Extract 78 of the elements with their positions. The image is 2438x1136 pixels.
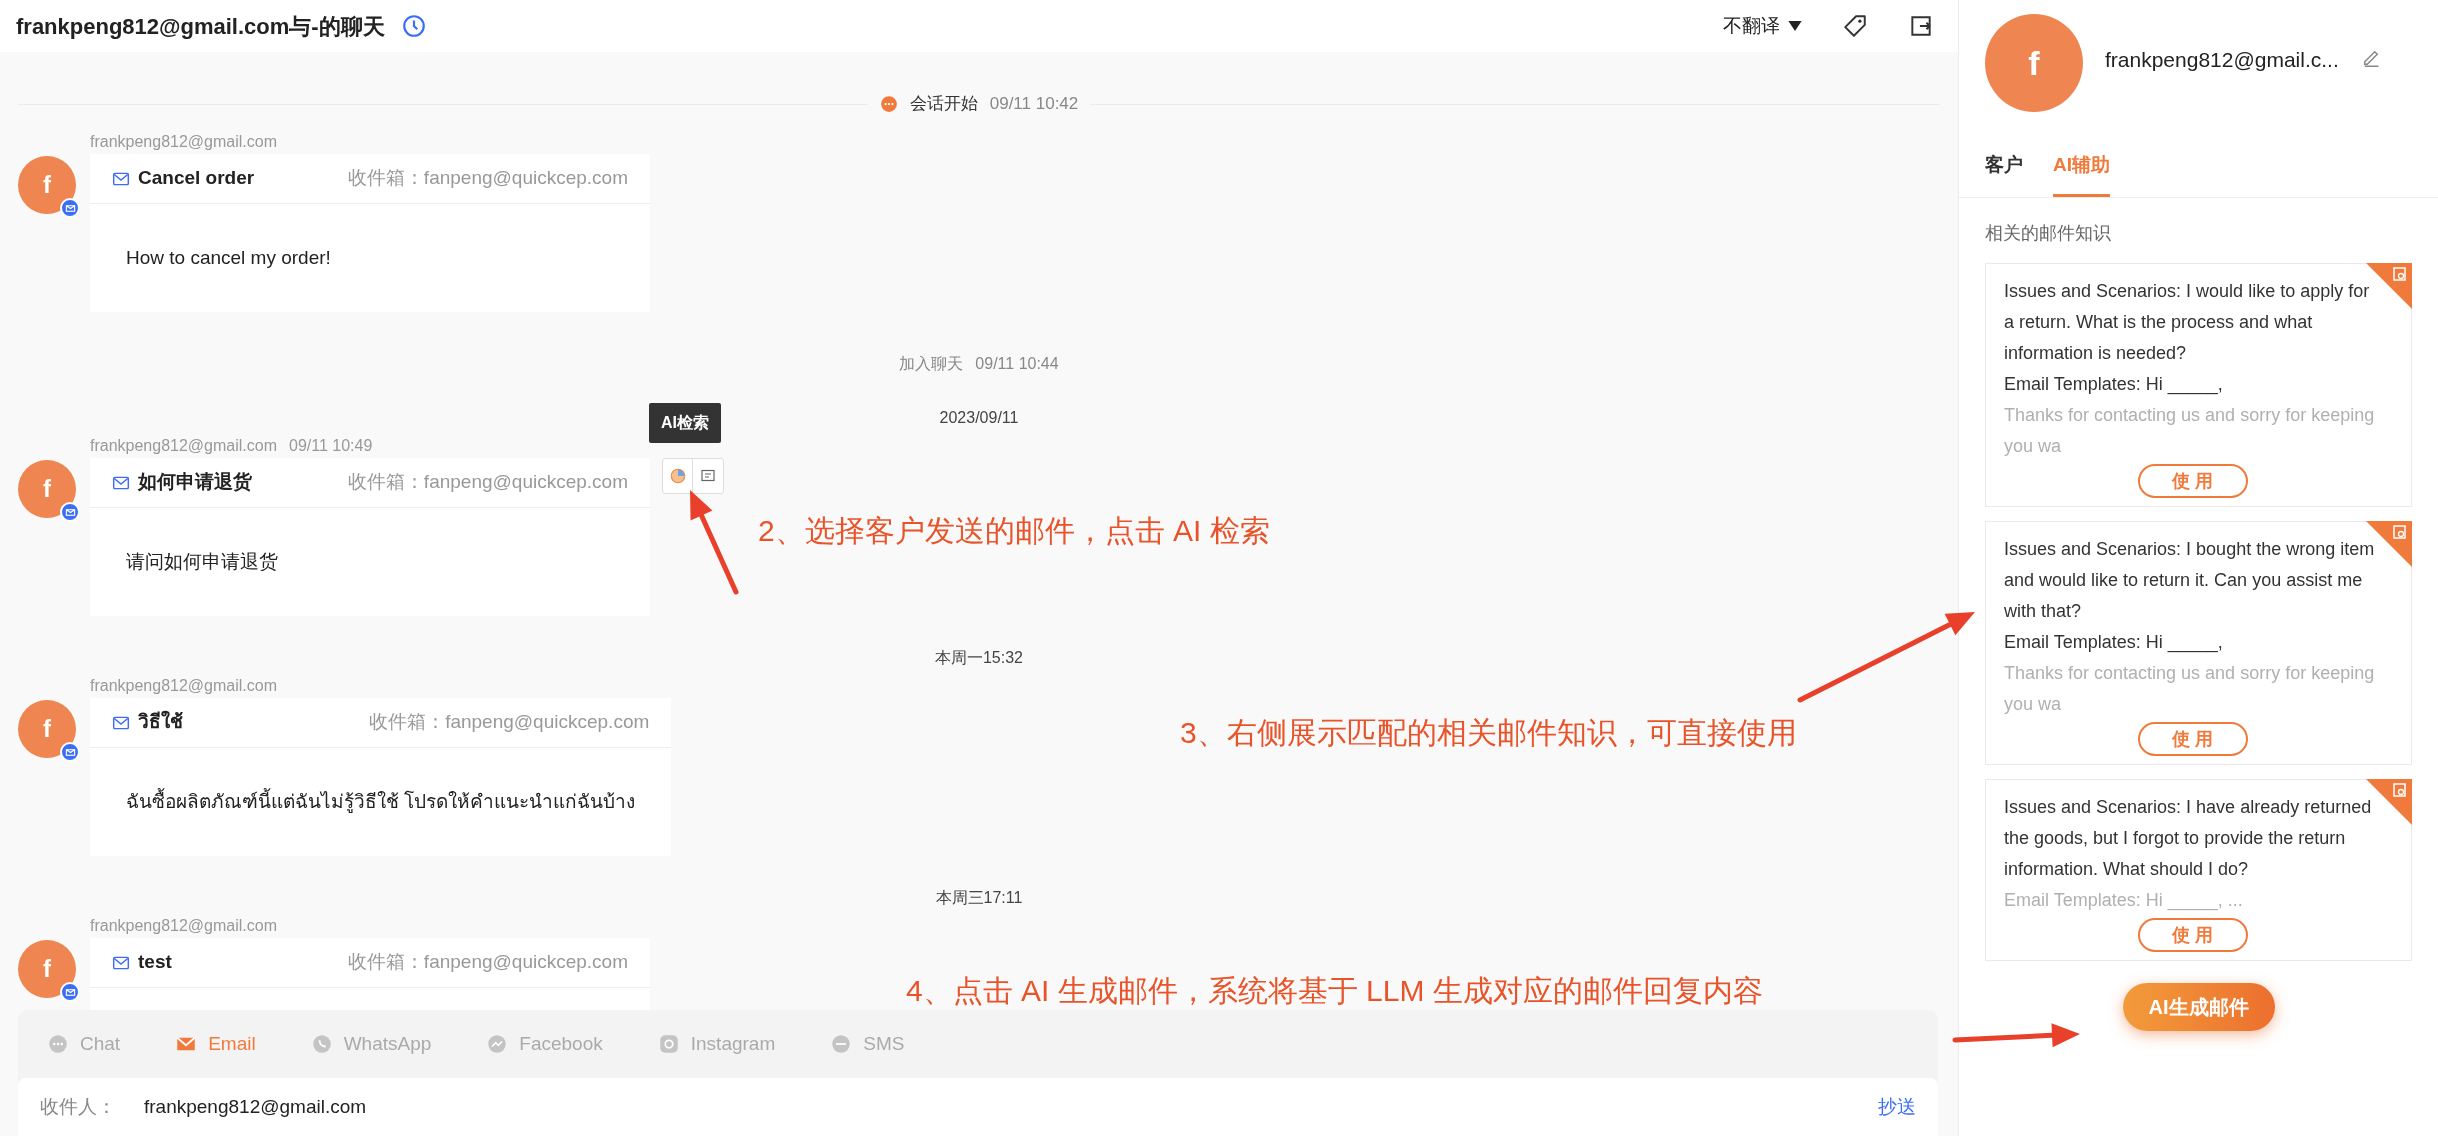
card-question: Issues and Scenarios: I would like to apply for a return. What is the process and what information is needed?	[2004, 280, 2371, 365]
inbox-address: fanpeng@quickcep.com	[445, 710, 650, 735]
email-subject: test	[138, 950, 172, 975]
sender-name: frankpeng812@gmail.com	[90, 132, 277, 152]
email-body: 请问如何申请退货	[126, 549, 278, 574]
contact-name: frankpeng812@gmail.c...	[2105, 47, 2339, 73]
channel-tab[interactable]: Chat	[48, 1029, 121, 1059]
ai-generate-button[interactable]: AI生成邮件	[2122, 983, 2275, 1031]
inbox-address: fanpeng@quickcep.com	[423, 470, 628, 495]
message-time: 09/11 10:49	[289, 436, 373, 456]
comment-icon	[700, 468, 716, 484]
inbox-label: 收件箱：	[347, 470, 424, 495]
inbox-address: fanpeng@quickcep.com	[423, 950, 628, 975]
avatar-letter: f	[43, 714, 51, 744]
camera-icon	[658, 1034, 679, 1054]
date-divider: 本周三17:11	[935, 888, 1023, 908]
email-subject: 如何申请退货	[138, 470, 252, 495]
avatar-letter: f	[43, 954, 51, 984]
email-subject: Cancel order	[138, 166, 255, 191]
chat-bubble-icon	[48, 1034, 68, 1054]
email-badge	[60, 502, 80, 522]
chat-bubble-icon	[879, 95, 898, 113]
email-badge	[60, 198, 80, 218]
caret-icon	[1788, 20, 1802, 32]
annotation-text: 2、选择客户发送的邮件，点击 AI 检索	[758, 513, 1270, 549]
tooltip: AI检索	[649, 403, 721, 443]
card-template: Email Templates: Hi _____,	[2004, 631, 2224, 655]
inbox-label: 收件箱：	[347, 166, 424, 191]
card-preview: Thanks for contacting us and sorry for keeping you wa	[2004, 404, 2376, 458]
date-divider: 2023/09/11	[939, 408, 1019, 428]
card-question: Issues and Scenarios: I have already returned the goods, but I forgot to provide the return information. What should I do?	[2004, 796, 2373, 881]
notice-time: 09/11 10:44	[975, 354, 1059, 374]
messenger-icon	[487, 1034, 508, 1054]
recipient-label: 收件人：	[40, 1094, 116, 1119]
avatar-letter: f	[43, 474, 51, 504]
tag-icon[interactable]	[1842, 13, 1868, 39]
chat-title: frankpeng812@gmail.com与-的聊天	[16, 12, 385, 41]
cc-link[interactable]: 抄送	[1878, 1092, 1916, 1122]
channel-tab[interactable]: Email	[176, 1029, 256, 1059]
recipient-field[interactable]: 收件人： frankpeng812@gmail.com 抄送	[18, 1078, 1938, 1136]
history-icon[interactable]	[400, 13, 427, 39]
phone-bubble-icon	[311, 1034, 332, 1054]
use-button[interactable]: 使 用	[2137, 464, 2248, 498]
panel-tab[interactable]: AI辅助	[2053, 149, 2110, 197]
use-button[interactable]: 使 用	[2137, 918, 2248, 952]
notice-label: 加入聊天	[899, 354, 964, 374]
email-badge	[60, 742, 80, 762]
email-badge	[60, 982, 80, 1002]
card-question: Issues and Scenarios: I bought the wrong item and would like to return it. Can you assist me with that?	[2004, 538, 2376, 623]
date-divider: 本周一15:32	[934, 648, 1023, 668]
card-template: Email Templates: Hi _____,	[2004, 373, 2224, 397]
exit-icon[interactable]	[1908, 13, 1934, 39]
sender-name: frankpeng812@gmail.com	[90, 916, 277, 936]
annotation-text: 4、点击 AI 生成邮件，系统将基于 LLM 生成对应的邮件回复内容	[906, 973, 1763, 1009]
inbox-address: fanpeng@quickcep.com	[423, 166, 628, 191]
avatar-letter: f	[2028, 42, 2040, 84]
sender-name: frankpeng812@gmail.com	[90, 676, 277, 696]
translate-dropdown[interactable]: 不翻译	[1723, 11, 1802, 41]
channel-tab[interactable]: Facebook	[487, 1029, 603, 1059]
email-subject: วิธีใช้	[138, 709, 183, 735]
channel-tab[interactable]: Instagram	[658, 1029, 776, 1059]
sender-name: frankpeng812@gmail.com	[90, 436, 277, 456]
avatar-letter: f	[43, 170, 51, 200]
channel-tab[interactable]: WhatsApp	[311, 1029, 432, 1059]
section-title: 相关的邮件知识	[1984, 222, 2112, 245]
card-preview: Email Templates: Hi _____, ...	[2004, 889, 2244, 913]
channel-tab[interactable]: SMS	[831, 1029, 905, 1059]
inbox-label: 收件箱：	[369, 710, 446, 735]
card-preview: Thanks for contacting us and sorry for keeping you wa	[2004, 662, 2376, 716]
use-button[interactable]: 使 用	[2137, 722, 2248, 756]
event-time: 09/11 10:42	[989, 93, 1079, 116]
panel-tab[interactable]: 客户	[1985, 149, 2023, 197]
event-label: 会话开始	[909, 93, 978, 116]
email-body: ฉันซื้อผลิตภัณฑ์นี้แต่ฉันไม่รู้วิธีใช้ โปรดให้คำแนะนำแก่ฉันบ้าง	[126, 787, 636, 815]
recipient-address: frankpeng812@gmail.com	[144, 1094, 367, 1119]
inbox-label: 收件箱：	[347, 950, 424, 975]
email-body: How to cancel my order!	[126, 245, 331, 270]
annotation-text: 3、右侧展示匹配的相关邮件知识，可直接使用	[1180, 715, 1797, 751]
